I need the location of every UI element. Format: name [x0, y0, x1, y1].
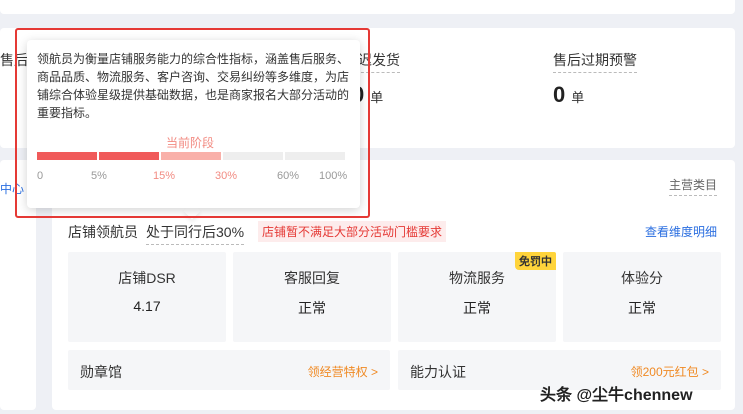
metric-delayed-unit: 单	[370, 90, 384, 105]
stat-dsr-value: 4.17	[133, 298, 161, 314]
stage-ticks: 0 5% 15% 30% 60% 100%	[37, 170, 348, 184]
left-panel-link[interactable]: 中心	[0, 180, 24, 197]
stat-service-reply[interactable]: 客服回复 正常	[233, 252, 391, 342]
progress-segment	[223, 152, 283, 160]
stat-experience-title: 体验分	[621, 270, 663, 286]
progress-tick-label: 60%	[277, 170, 300, 182]
progress-tick-label: 100%	[319, 170, 348, 182]
stat-experience[interactable]: 体验分 正常	[563, 252, 721, 342]
top-card	[0, 0, 735, 14]
category-link[interactable]: 主营类目	[668, 176, 717, 196]
navigator-rank[interactable]: 处于同行后30%	[146, 222, 245, 245]
navigator-warning: 店铺暂不满足大部分活动门槛要求	[258, 221, 447, 242]
progress-segment	[161, 152, 221, 160]
stat-service-reply-value: 正常	[298, 300, 326, 316]
medal-hall-row[interactable]: 勋章馆 领经营特权 >	[68, 350, 390, 390]
tooltip-description: 领航员为衡量店铺服务能力的综合性指标，涵盖售后服务、商品品质、物流服务、客户咨询…	[37, 52, 350, 120]
stat-dsr[interactable]: 店铺DSR 4.17	[68, 252, 226, 342]
progress-tick-label: 0	[37, 170, 44, 182]
stage-progress-bar	[37, 152, 345, 160]
stat-service-reply-title: 客服回复	[284, 270, 340, 286]
ability-cert-label: 能力认证	[410, 364, 466, 380]
metric-label-aftersale: 售后	[0, 52, 28, 68]
progress-tick-label: 30%	[215, 170, 238, 182]
metric-label-expire: 售后过期预警	[553, 50, 637, 73]
progress-segment	[285, 152, 345, 160]
metric-expire-value: 0单	[553, 82, 584, 108]
view-detail-link[interactable]: 查看维度明细	[645, 223, 717, 240]
progress-segment	[99, 152, 159, 160]
medal-hall-link[interactable]: 领经营特权 >	[308, 363, 378, 380]
metric-expire-number: 0	[553, 82, 566, 107]
current-stage-label: 当前阶段	[166, 136, 215, 150]
stat-logistics-value: 正常	[463, 300, 491, 316]
navigator-title: 店铺领航员	[68, 224, 138, 240]
stat-experience-value: 正常	[628, 300, 656, 316]
ability-cert-link[interactable]: 领200元红包 >	[631, 363, 709, 380]
medal-hall-label: 勋章馆	[80, 364, 122, 380]
stat-dsr-title: 店铺DSR	[118, 270, 176, 286]
progress-tick-label: 15%	[153, 170, 176, 182]
progress-segment	[37, 152, 97, 160]
navigator-tooltip: 领航员为衡量店铺服务能力的综合性指标，涵盖售后服务、商品品质、物流服务、客户咨询…	[27, 40, 360, 208]
watermark: 头条 @尘牛chennew	[540, 387, 693, 404]
stat-logistics-title: 物流服务	[449, 270, 505, 286]
progress-tick-label: 5%	[91, 170, 107, 182]
metric-expire-unit: 单	[571, 90, 585, 105]
penalty-free-badge: 免罚中	[515, 252, 556, 270]
stat-logistics[interactable]: 免罚中 物流服务 正常	[398, 252, 556, 342]
